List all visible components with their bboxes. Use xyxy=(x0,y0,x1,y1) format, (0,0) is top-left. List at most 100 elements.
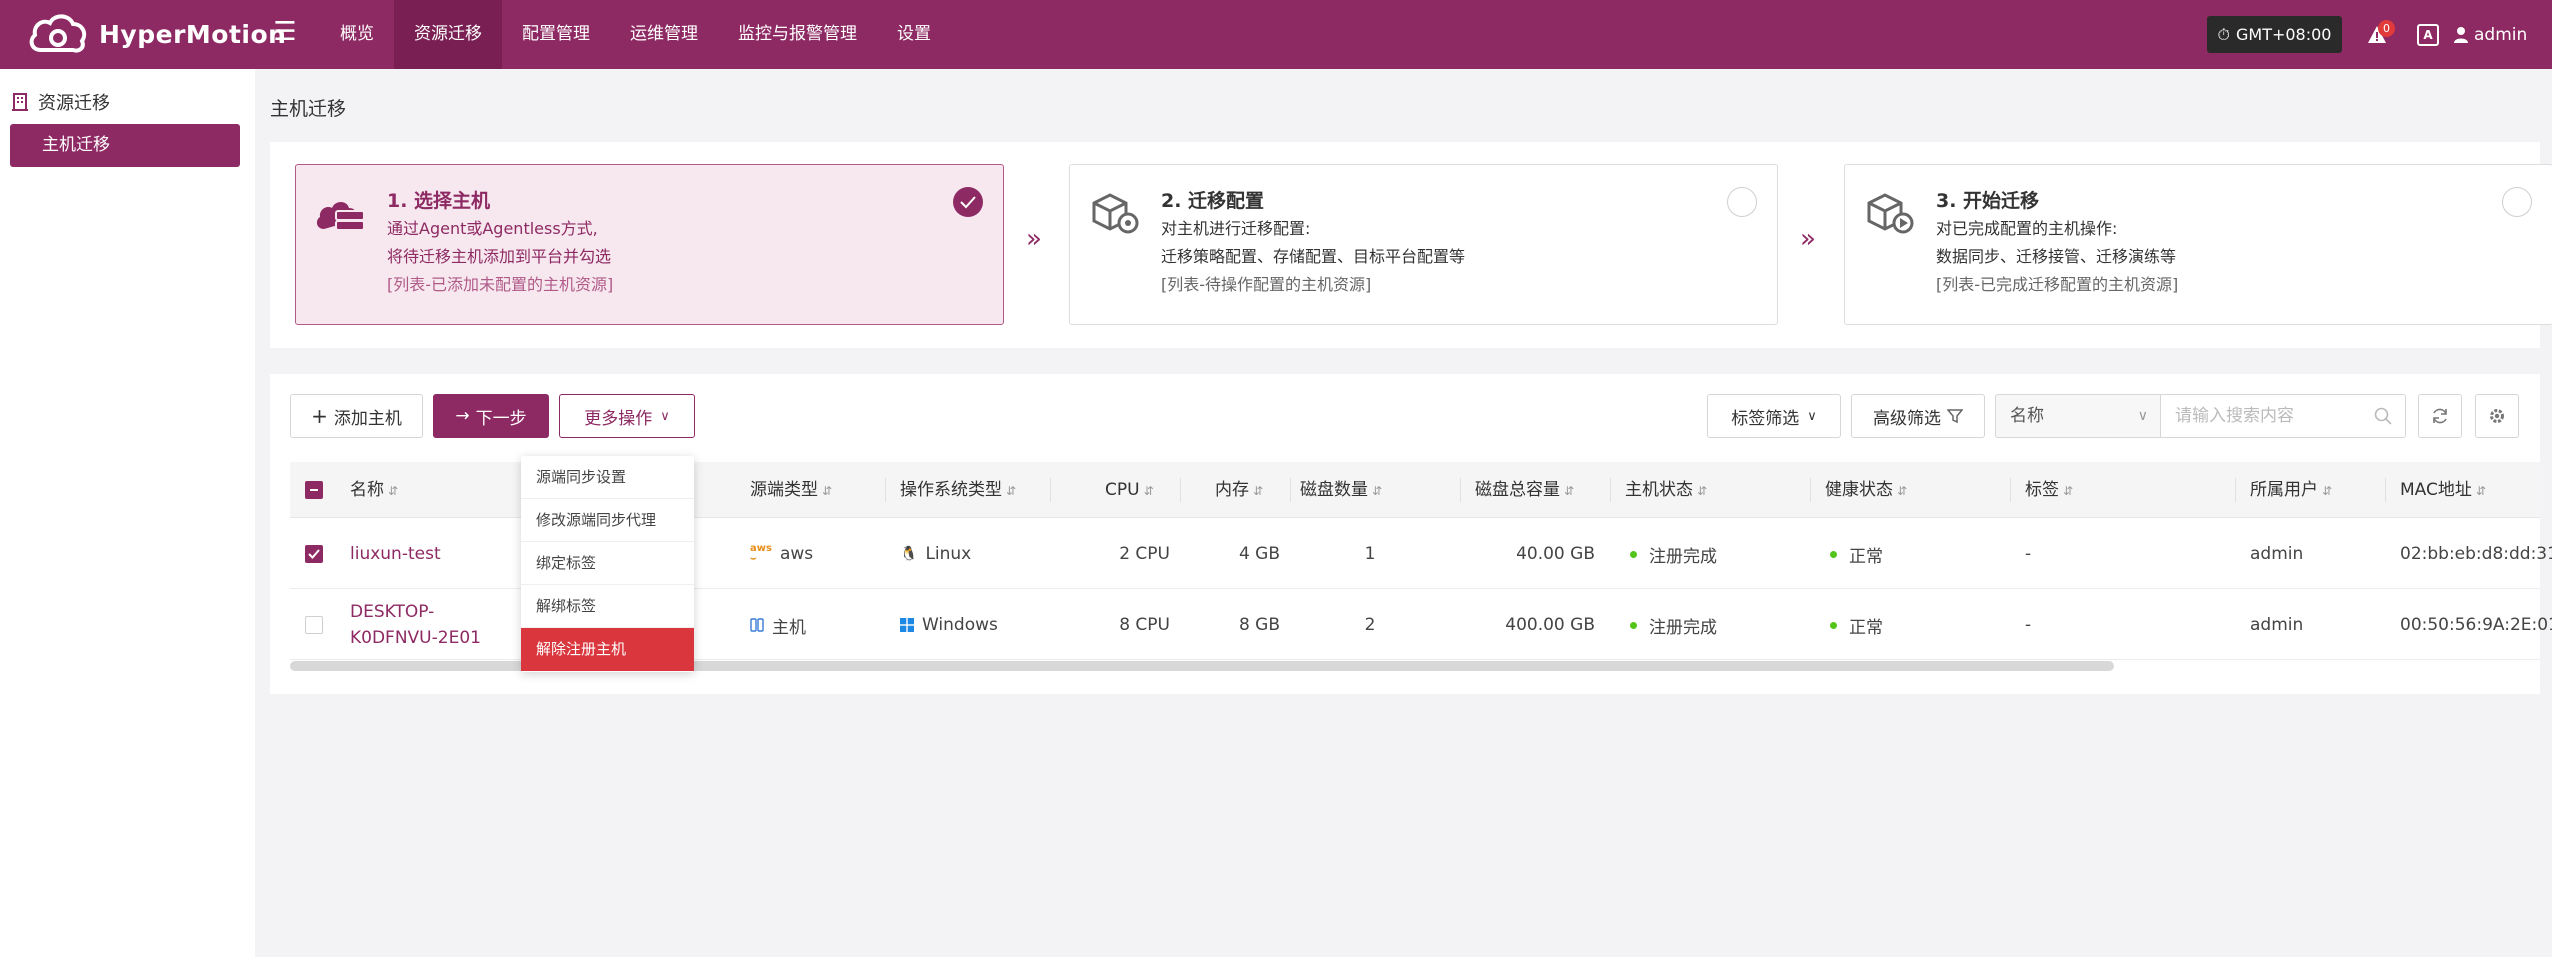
chevron-down-icon: ∨ xyxy=(1807,408,1817,424)
health-status-cell: 正常 xyxy=(1830,590,1883,660)
logo[interactable]: HyperMotion xyxy=(27,10,286,58)
step-1-hint: [列表-已添加未配置的主机资源] xyxy=(387,275,614,294)
step-1-text: 1. 选择主机 通过Agent或Agentless方式, 将待迁移主机添加到平台… xyxy=(387,187,613,299)
step-2-text: 2. 迁移配置 对主机进行迁移配置: 迁移策略配置、存储配置、目标平台配置等 [… xyxy=(1161,187,1465,299)
step-select-host[interactable]: 1. 选择主机 通过Agent或Agentless方式, 将待迁移主机添加到平台… xyxy=(295,164,1004,325)
status-dot-icon xyxy=(1830,621,1837,629)
host-status-cell: 注册完成 xyxy=(1630,519,1717,589)
mac-cell: 02:bb:eb:d8:dd:31 xyxy=(2400,544,2552,564)
column-header-disk-count[interactable]: 磁盘数量 ⇵ xyxy=(1300,462,1382,518)
nav-overview[interactable]: 概览 xyxy=(320,0,394,69)
column-header-health-status[interactable]: 健康状态 ⇵ xyxy=(1825,462,1907,518)
language-icon[interactable]: A xyxy=(2417,24,2439,46)
sort-icon: ⇵ xyxy=(1143,484,1154,498)
tag-filter-button[interactable]: 标签筛选 ∨ xyxy=(1707,394,1841,438)
memory-cell: 4 GB xyxy=(1238,544,1280,564)
cloud-server-icon xyxy=(316,202,365,231)
memory-cell: 8 GB xyxy=(1238,615,1280,635)
next-step-button[interactable]: → 下一步 xyxy=(433,394,549,438)
nav-resource-migration[interactable]: 资源迁移 xyxy=(394,0,502,69)
column-header-cpu[interactable]: CPU ⇵ xyxy=(1105,462,1154,518)
owner-cell: admin xyxy=(2250,615,2304,635)
step-2-hint: [列表-待操作配置的主机资源] xyxy=(1161,275,1372,294)
column-header-owner[interactable]: 所属用户 ⇵ xyxy=(2250,462,2332,518)
nav-config-management[interactable]: 配置管理 xyxy=(502,0,610,69)
column-header-source-type[interactable]: 源端类型 ⇵ xyxy=(750,462,832,518)
nav-monitoring-alerts[interactable]: 监控与报警管理 xyxy=(718,0,877,69)
sort-icon: ⇵ xyxy=(822,484,833,498)
cpu-cell: 8 CPU xyxy=(1119,615,1170,635)
sort-icon: ⇵ xyxy=(2322,484,2333,498)
user-menu[interactable]: admin xyxy=(2454,22,2527,48)
alert-count-badge: 0 xyxy=(2378,20,2395,37)
row-checkbox[interactable] xyxy=(305,616,323,634)
cpu-cell: 2 CPU xyxy=(1119,544,1170,564)
select-all-checkbox[interactable] xyxy=(305,481,323,499)
tags-cell: - xyxy=(2025,615,2032,635)
step-3-text: 3. 开始迁移 对已完成配置的主机操作: 数据同步、迁移接管、迁移演练等 [列表… xyxy=(1936,187,2178,299)
menu-item-unbind-tag[interactable]: 解绑标签 xyxy=(521,585,694,628)
double-chevron-right-icon: » xyxy=(1800,224,1816,254)
advanced-filter-label: 高级筛选 xyxy=(1873,408,1941,429)
sort-icon: ⇵ xyxy=(1006,484,1017,498)
double-chevron-right-icon: » xyxy=(1026,224,1042,254)
column-header-disk-total[interactable]: 磁盘总容量 ⇵ xyxy=(1475,462,1574,518)
source-type-cell: 主机 xyxy=(750,590,806,660)
sort-icon: ⇵ xyxy=(388,484,399,498)
nav-settings[interactable]: 设置 xyxy=(877,0,951,69)
aws-icon: aws ⌣ xyxy=(750,543,772,564)
health-status-cell: 正常 xyxy=(1830,519,1883,589)
step-2-line-2: 迁移策略配置、存储配置、目标平台配置等 xyxy=(1161,247,1466,266)
row-checkbox[interactable] xyxy=(305,545,323,563)
sidebar-item-host-migration[interactable]: 主机迁移 xyxy=(10,124,240,167)
search-input[interactable] xyxy=(2160,394,2406,438)
step-3-hint: [列表-已完成迁移配置的主机资源] xyxy=(1936,275,2179,294)
add-host-button[interactable]: + 添加主机 xyxy=(290,394,423,438)
tags-cell: - xyxy=(2025,544,2032,564)
column-header-tags[interactable]: 标签 ⇵ xyxy=(2025,462,2073,518)
windows-icon xyxy=(900,618,914,632)
host-status-cell: 注册完成 xyxy=(1630,590,1717,660)
more-actions-button[interactable]: 更多操作 ∨ xyxy=(559,394,695,438)
host-name-link[interactable]: DESKTOP- K0DFNVU-2E01 xyxy=(350,590,481,660)
sidebar-group-resource-migration[interactable]: 资源迁移 xyxy=(12,89,110,115)
menu-item-modify-sync-proxy[interactable]: 修改源端同步代理 xyxy=(521,499,694,542)
sidebar: 资源迁移 主机迁移 xyxy=(0,69,255,957)
disk-count-cell: 2 xyxy=(1364,615,1376,635)
user-icon xyxy=(2454,27,2468,43)
step-start-migration[interactable]: 3. 开始迁移 对已完成配置的主机操作: 数据同步、迁移接管、迁移演练等 [列表… xyxy=(1844,164,2552,325)
column-header-mac[interactable]: MAC地址 ⇵ xyxy=(2400,462,2486,518)
search-field-select[interactable]: 名称 ∨ xyxy=(1995,394,2160,438)
column-header-memory[interactable]: 内存 ⇵ xyxy=(1215,462,1263,518)
step-migration-config[interactable]: 2. 迁移配置 对主机进行迁移配置: 迁移策略配置、存储配置、目标平台配置等 [… xyxy=(1069,164,1778,325)
step-2-radio-icon xyxy=(1727,187,1757,217)
menu-item-bind-tag[interactable]: 绑定标签 xyxy=(521,542,694,585)
mac-cell: 00:50:56:9A:2E:01 xyxy=(2400,615,2552,635)
search-icon[interactable] xyxy=(2374,407,2392,425)
column-settings-button[interactable] xyxy=(2475,394,2519,438)
host-name-link[interactable]: liuxun-test xyxy=(350,519,441,589)
step-1-check-icon xyxy=(953,187,983,217)
refresh-button[interactable] xyxy=(2418,394,2462,438)
sort-icon: ⇵ xyxy=(1697,484,1708,498)
timezone-label: GMT+08:00 xyxy=(2235,25,2332,44)
column-header-host-status[interactable]: 主机状态 ⇵ xyxy=(1625,462,1707,518)
menu-item-source-sync-settings[interactable]: 源端同步设置 xyxy=(521,456,694,499)
arrow-right-icon: → xyxy=(455,406,470,426)
disk-total-cell: 40.00 GB xyxy=(1516,544,1595,564)
advanced-filter-button[interactable]: 高级筛选 xyxy=(1851,394,1985,438)
sort-icon: ⇵ xyxy=(1372,484,1383,498)
nav-ops-management[interactable]: 运维管理 xyxy=(610,0,718,69)
chevron-down-icon: ∨ xyxy=(660,408,670,424)
sort-icon: ⇵ xyxy=(1897,484,1908,498)
menu-toggle-icon[interactable]: ☰ xyxy=(272,19,298,45)
timezone-button[interactable]: ⏱ GMT+08:00 xyxy=(2207,16,2342,53)
column-header-name[interactable]: 名称 ⇵ xyxy=(350,462,398,518)
column-header-os-type[interactable]: 操作系统类型 ⇵ xyxy=(900,462,1016,518)
os-type-cell: 🐧 Linux xyxy=(900,544,972,564)
menu-item-unregister-host[interactable]: 解除注册主机 xyxy=(521,628,694,671)
status-dot-icon xyxy=(1630,550,1637,558)
step-3-title: 3. 开始迁移 xyxy=(1936,190,2040,212)
host-server-icon xyxy=(750,618,764,632)
linux-icon: 🐧 xyxy=(900,546,918,562)
